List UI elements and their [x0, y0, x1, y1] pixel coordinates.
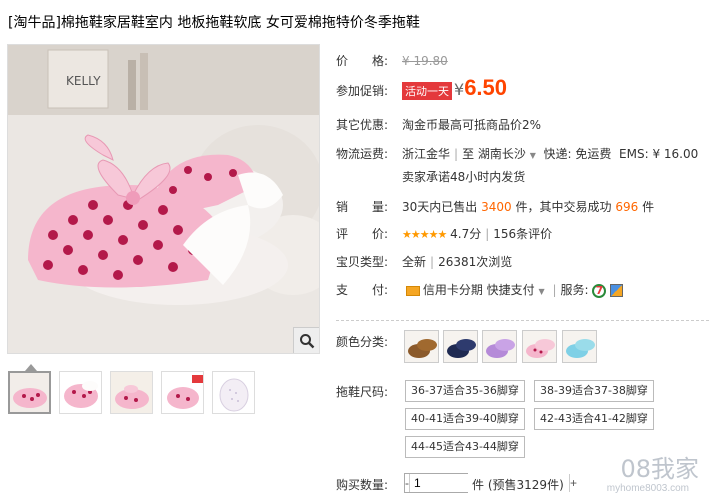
view-count: 26381次浏览 — [438, 255, 513, 269]
color-option-navy[interactable] — [443, 330, 478, 363]
color-option-purple[interactable] — [482, 330, 517, 363]
watermark-url: myhome8003.com — [606, 483, 689, 494]
rating-score: 4.7分 — [450, 227, 482, 241]
rating-label: 评 价: — [336, 227, 389, 241]
type-row: 宝贝类型: 全新 | 26381次浏览 — [336, 255, 513, 269]
size-option[interactable]: 38-39适合37-38脚穿 — [534, 380, 654, 402]
offer-row: 其它优惠: 淘金币最高可抵商品价2% — [336, 116, 541, 133]
service-label: 服务: — [560, 283, 589, 297]
ship-to: 湖南长沙 — [477, 147, 526, 161]
shipping-row: 物流运费: 浙江金华 | 至 湖南长沙 ▼ 快递: 免运费 EMS: ¥ 16.00 — [336, 147, 699, 161]
sales-row: 销 量: 30天内已售出 3400 件，其中交易成功 696 件 — [336, 198, 654, 215]
thumbnail-strip — [8, 371, 255, 414]
price-label: 价 格: — [336, 54, 389, 68]
type-label: 宝贝类型: — [336, 255, 389, 269]
promo-price: 6.50 — [464, 75, 508, 100]
seven-day-return-icon[interactable]: 7 — [592, 283, 607, 298]
offer-text: 淘金币最高可抵商品价2% — [402, 118, 542, 132]
magnifier-icon — [299, 333, 314, 348]
size-label: 拖鞋尺码: — [336, 385, 389, 399]
size-option[interactable]: 40-41适合39-40脚穿 — [405, 408, 525, 430]
reviews-link[interactable]: 156条评价 — [493, 227, 552, 241]
size-option[interactable]: 44-45适合43-44脚穿 — [405, 436, 525, 458]
thumbnail-3[interactable] — [110, 371, 153, 414]
promo-label: 参加促销: — [336, 84, 389, 98]
section-divider — [336, 320, 709, 321]
sales-mid: 件，其中交易成功 — [515, 200, 612, 214]
presale-count: (预售3129件) — [487, 478, 564, 492]
svg-text:KELLY: KELLY — [66, 74, 101, 88]
thumbnail-5[interactable] — [212, 371, 255, 414]
size-option[interactable]: 42-43适合41-42脚穿 — [534, 408, 654, 430]
quick-pay[interactable]: 快捷支付 — [487, 283, 535, 297]
success-count: 696 — [615, 200, 639, 214]
ems-fee: EMS: ¥ 16.00 — [619, 147, 699, 161]
sales-prefix: 30天内已售出 — [402, 200, 478, 214]
quantity-unit: 件 — [472, 478, 485, 492]
main-product-image[interactable]: KELLY — [7, 44, 320, 354]
promo-currency: ¥ — [454, 80, 465, 99]
payment-label: 支 付: — [336, 283, 389, 297]
credit-card-icon — [405, 285, 420, 296]
watermark-logo: 08我家 — [620, 455, 699, 483]
color-option-pink[interactable] — [522, 330, 557, 363]
rating-stars: ★★★★★ — [402, 228, 447, 241]
ship-to-prefix: 至 — [462, 147, 475, 161]
zoom-button[interactable] — [293, 327, 319, 353]
offer-label: 其它优惠: — [336, 118, 389, 132]
price-row: 价 格: ¥ 19.80 — [336, 52, 448, 69]
credit-installment[interactable]: 信用卡分期 — [423, 283, 483, 297]
size-option[interactable]: 36-37适合35-36脚穿 — [405, 380, 525, 402]
color-option-brown[interactable] — [404, 330, 439, 363]
original-price: ¥ 19.80 — [402, 54, 448, 68]
type-value: 全新 — [402, 255, 427, 269]
chevron-down-icon: ▼ — [538, 287, 545, 296]
thumbnail-4[interactable] — [161, 371, 204, 414]
shipping-label: 物流运费: — [336, 147, 389, 161]
chevron-down-icon: ▼ — [529, 151, 536, 160]
rating-row: 评 价: ★★★★★ 4.7分 | 156条评价 — [336, 227, 553, 241]
promo-row: 参加促销: 活动一天 ¥6.50 — [336, 75, 507, 101]
thumb-active-indicator — [25, 364, 37, 371]
thumbnail-2[interactable] — [59, 371, 102, 414]
guarantee-icon[interactable] — [610, 284, 624, 297]
slipper-photo: KELLY — [8, 45, 319, 353]
quantity-suffix: 件 (预售3129件) — [472, 476, 564, 493]
ship-to-select[interactable]: 湖南长沙 ▼ — [478, 147, 536, 161]
quantity-label: 购买数量: — [336, 478, 389, 492]
product-title: [淘牛品]棉拖鞋家居鞋室内 地板拖鞋软底 女可爱棉拖特价冬季拖鞋 — [8, 15, 420, 31]
increment-button[interactable]: + — [570, 474, 577, 492]
sold-count: 3400 — [481, 200, 512, 214]
sales-suffix: 件 — [642, 200, 655, 214]
promo-tag: 活动一天 — [402, 82, 452, 100]
express-fee: 快递: 免运费 — [543, 147, 612, 161]
sales-label: 销 量: — [336, 200, 389, 214]
thumbnail-1[interactable] — [8, 371, 51, 414]
ship-from: 浙江金华 — [402, 147, 451, 161]
ship-promise: 卖家承诺48小时内发货 — [402, 170, 526, 184]
color-label: 颜色分类: — [336, 335, 389, 349]
color-option-blue[interactable] — [562, 330, 597, 363]
quantity-stepper[interactable]: - + — [404, 473, 577, 493]
payment-row: 支 付: 信用卡分期 快捷支付 ▼ | 服务: 7 — [336, 281, 624, 298]
